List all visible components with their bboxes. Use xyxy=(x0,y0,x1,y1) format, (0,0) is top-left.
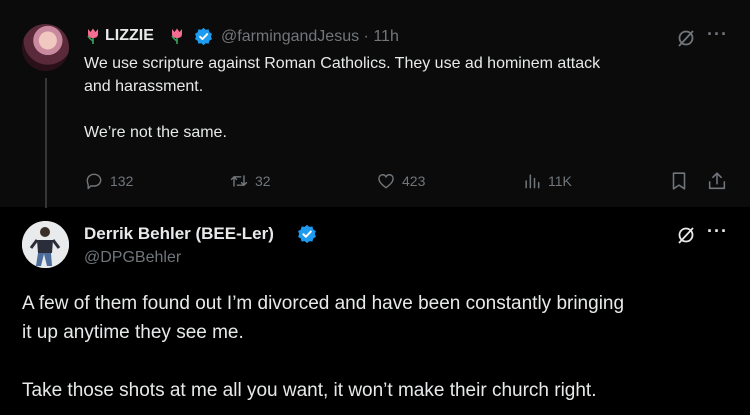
tweet-text: We use scripture against Roman Catholics… xyxy=(84,55,601,141)
like-icon xyxy=(378,174,394,189)
repost-button[interactable]: 32 xyxy=(229,170,271,192)
handle[interactable]: @farmingandJesus xyxy=(221,28,359,45)
views-count: 11K xyxy=(548,173,572,189)
grok-icon[interactable] xyxy=(675,27,697,49)
tulip-icon xyxy=(87,28,98,44)
more-icon[interactable]: ··· xyxy=(707,221,728,242)
grok-icon[interactable] xyxy=(675,224,697,246)
avatar-photo xyxy=(22,221,69,268)
reply-icon xyxy=(86,173,102,190)
display-name[interactable]: LIZZIE xyxy=(105,27,154,45)
tweet-text: A few of them found out I’m divorced and… xyxy=(22,293,625,401)
avatar[interactable] xyxy=(22,24,69,71)
separator: · xyxy=(363,28,369,45)
avatar[interactable] xyxy=(22,221,69,268)
like-count: 423 xyxy=(402,173,426,189)
handle-time[interactable]: @farmingandJesus · 11h xyxy=(221,28,399,46)
verified-badge-icon[interactable] xyxy=(194,27,213,46)
handle[interactable]: @DPGBehler xyxy=(84,249,181,267)
more-icon[interactable]: ··· xyxy=(707,24,728,45)
views-icon xyxy=(525,174,540,189)
views-button[interactable]: 11K xyxy=(522,170,572,192)
display-name[interactable]: Derrik Behler (BEE-Ler) xyxy=(84,224,274,244)
parent-tweet[interactable]: LIZZIE @farmingandJesus · 11h ··· We use… xyxy=(0,0,750,208)
verified-badge-icon[interactable] xyxy=(297,224,317,244)
thread-line xyxy=(45,78,47,208)
bookmark-icon[interactable] xyxy=(668,170,690,192)
like-button[interactable]: 423 xyxy=(376,170,425,192)
repost-count: 32 xyxy=(255,173,271,189)
reply-button[interactable]: 132 xyxy=(84,170,133,192)
reply-count: 132 xyxy=(110,173,134,189)
repost-icon xyxy=(230,175,248,187)
timestamp[interactable]: 11h xyxy=(373,28,399,45)
share-icon[interactable] xyxy=(706,170,728,192)
tulip-icon xyxy=(171,28,182,44)
